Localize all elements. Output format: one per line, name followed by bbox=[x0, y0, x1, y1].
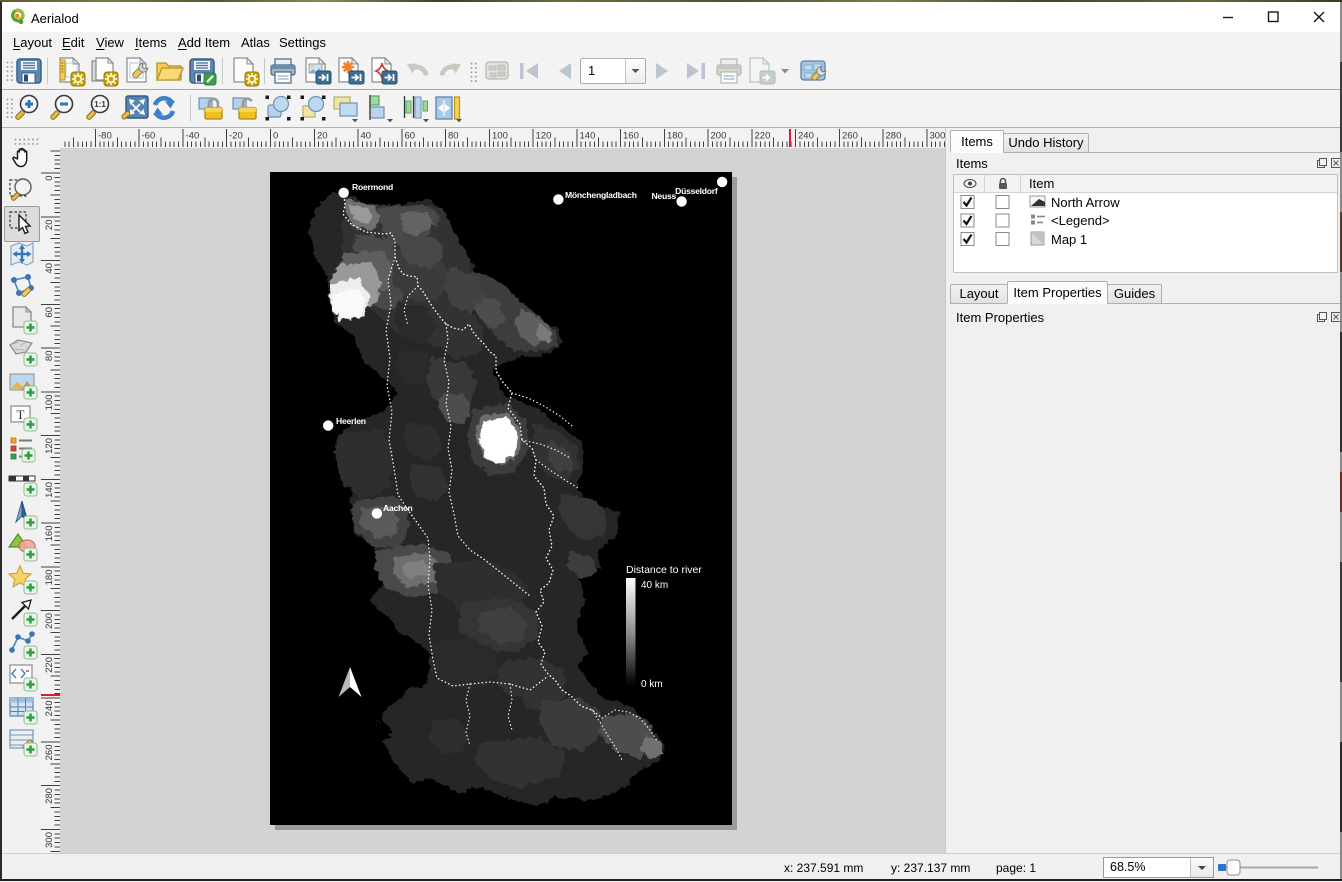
svg-text:0 km: 0 km bbox=[641, 679, 663, 690]
svg-text:60: 60 bbox=[405, 131, 416, 142]
svg-text:240: 240 bbox=[44, 701, 55, 717]
svg-text:40 km: 40 km bbox=[641, 580, 668, 591]
svg-text:Aachen: Aachen bbox=[383, 503, 413, 513]
svg-text:200: 200 bbox=[44, 613, 55, 629]
svg-text:40: 40 bbox=[361, 131, 372, 142]
svg-text:-60: -60 bbox=[142, 131, 156, 142]
svg-text:80: 80 bbox=[44, 351, 55, 362]
svg-text:Mönchengladbach: Mönchengladbach bbox=[565, 190, 637, 200]
svg-text:160: 160 bbox=[44, 526, 55, 542]
svg-text:140: 140 bbox=[44, 482, 55, 498]
svg-text:140: 140 bbox=[580, 131, 596, 142]
svg-text:300: 300 bbox=[44, 832, 55, 848]
svg-text:Heerlen: Heerlen bbox=[336, 416, 366, 426]
svg-text:0: 0 bbox=[273, 131, 278, 142]
svg-text:-40: -40 bbox=[186, 131, 200, 142]
svg-text:Düsseldorf: Düsseldorf bbox=[675, 186, 718, 196]
svg-text:200: 200 bbox=[711, 131, 727, 142]
svg-text:120: 120 bbox=[536, 131, 552, 142]
svg-text:100: 100 bbox=[492, 131, 508, 142]
svg-text:60: 60 bbox=[44, 307, 55, 318]
svg-text:220: 220 bbox=[755, 131, 771, 142]
svg-text:100: 100 bbox=[44, 395, 55, 411]
svg-text:180: 180 bbox=[44, 570, 55, 586]
svg-text:260: 260 bbox=[44, 745, 55, 761]
svg-text:80: 80 bbox=[448, 131, 459, 142]
svg-text:280: 280 bbox=[886, 131, 902, 142]
svg-text:220: 220 bbox=[44, 657, 55, 673]
svg-text:0: 0 bbox=[44, 176, 55, 181]
svg-text:Roermond: Roermond bbox=[352, 182, 393, 192]
svg-text:240: 240 bbox=[798, 131, 814, 142]
svg-text:Neuss: Neuss bbox=[651, 191, 676, 201]
svg-text:40: 40 bbox=[44, 263, 55, 274]
svg-text:20: 20 bbox=[317, 131, 328, 142]
svg-text:Distance to river: Distance to river bbox=[626, 564, 702, 576]
svg-text:260: 260 bbox=[842, 131, 858, 142]
svg-text:T: T bbox=[17, 407, 25, 422]
svg-text:-80: -80 bbox=[98, 131, 112, 142]
svg-text:300: 300 bbox=[930, 131, 946, 142]
svg-text:280: 280 bbox=[44, 788, 55, 804]
svg-text:160: 160 bbox=[623, 131, 639, 142]
svg-text:180: 180 bbox=[667, 131, 683, 142]
svg-text:120: 120 bbox=[44, 438, 55, 454]
svg-text:-20: -20 bbox=[229, 131, 243, 142]
svg-text:20: 20 bbox=[44, 220, 55, 231]
svg-text:1:1: 1:1 bbox=[94, 100, 106, 109]
